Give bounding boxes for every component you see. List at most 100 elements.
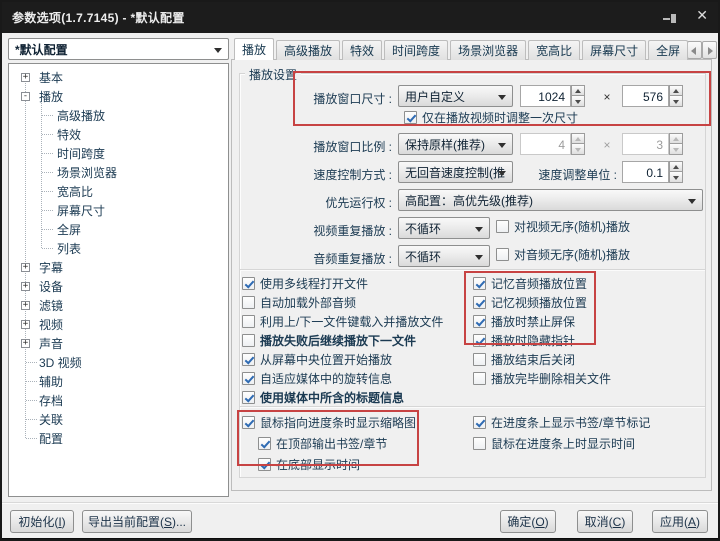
ok-button[interactable]: 确定(O) (500, 510, 556, 533)
general-left-checkbox-2[interactable]: 利用上/下一文件键载入并播放文件 (242, 314, 443, 330)
window-ratio-combo[interactable]: 保持原样(推荐) (398, 133, 513, 155)
seekbar-left-checkbox-1[interactable]: 在顶部输出书签/章节 (258, 436, 387, 452)
sidebar-item[interactable]: + 设备 (9, 277, 228, 296)
sidebar-item[interactable]: + 视频 (9, 315, 228, 334)
window-height-stepper[interactable] (669, 85, 683, 107)
checkbox-icon[interactable] (473, 315, 486, 328)
sidebar-item[interactable]: 全屏 (9, 220, 228, 239)
checkbox-icon[interactable] (258, 437, 271, 450)
window-size-combo[interactable]: 用户自定义 (398, 85, 513, 107)
sidebar-item[interactable]: 存档 (9, 391, 228, 410)
close-icon[interactable]: ✕ (696, 6, 708, 24)
sidebar-item[interactable]: 高级播放 (9, 106, 228, 125)
sidebar-item[interactable]: 关联 (9, 410, 228, 429)
checkbox-icon[interactable] (242, 372, 255, 385)
plus-expander-icon[interactable]: + (21, 282, 30, 291)
seekbar-right-checkbox-0[interactable]: 在进度条上显示书签/章节标记 (473, 415, 650, 431)
checkbox-icon[interactable] (473, 334, 486, 347)
general-right-checkbox-3[interactable]: 播放时隐藏指针 (473, 333, 575, 349)
pin-icon[interactable] (663, 14, 676, 23)
checkbox-icon[interactable] (473, 372, 486, 385)
plus-expander-icon[interactable]: + (21, 301, 30, 310)
window-height-input[interactable]: 576 (622, 85, 669, 107)
export-config-button[interactable]: 导出当前配置(S)... (82, 510, 192, 533)
sidebar-item[interactable]: + 声音 (9, 334, 228, 353)
profile-select[interactable]: *默认配置 (8, 38, 229, 60)
general-right-checkbox-0[interactable]: 记忆音频播放位置 (473, 276, 587, 292)
tab-0[interactable]: 播放 (234, 38, 275, 60)
plus-expander-icon[interactable]: + (21, 73, 30, 82)
checkbox-icon[interactable] (242, 315, 255, 328)
sidebar-item[interactable]: + 基本 (9, 68, 228, 87)
checkbox-icon[interactable] (242, 353, 255, 366)
video-shuffle-checkbox[interactable]: 对视频无序(随机)播放 (496, 219, 630, 235)
general-left-checkbox-5[interactable]: 自适应媒体中的旋转信息 (242, 371, 392, 387)
apply-button[interactable]: 应用(A) (652, 510, 708, 533)
general-right-checkbox-2[interactable]: 播放时禁止屏保 (473, 314, 575, 330)
general-left-checkbox-4[interactable]: 从屏幕中央位置开始播放 (242, 352, 392, 368)
checkbox-icon[interactable] (242, 277, 255, 290)
tab-1[interactable]: 高级播放 (276, 40, 341, 60)
plus-expander-icon[interactable]: + (21, 320, 30, 329)
sidebar-item[interactable]: 列表 (9, 239, 228, 258)
initialize-button[interactable]: 初始化(I) (10, 510, 74, 533)
general-left-checkbox-3[interactable]: 播放失败后继续播放下一文件 (242, 333, 416, 349)
seekbar-left-checkbox-2[interactable]: 在底部显示时间 (258, 457, 360, 473)
sidebar-item[interactable]: 特效 (9, 125, 228, 144)
sidebar-item[interactable]: + 滤镜 (9, 296, 228, 315)
video-repeat-label: 视频重复播放 : (313, 224, 392, 238)
sidebar-item[interactable]: 屏幕尺寸 (9, 201, 228, 220)
checkbox-icon[interactable] (473, 437, 486, 450)
sidebar-item[interactable]: - 播放 (9, 87, 228, 106)
priority-combo[interactable]: 高配置：高优先级(推荐) (398, 189, 703, 211)
checkbox-label: 在底部显示时间 (276, 458, 361, 472)
seekbar-right-checkbox-1[interactable]: 鼠标在进度条上时显示时间 (473, 436, 635, 452)
checkbox-icon[interactable] (496, 220, 509, 233)
checkbox-icon[interactable] (473, 353, 486, 366)
general-left-checkbox-0[interactable]: 使用多线程打开文件 (242, 276, 368, 292)
checkbox-icon[interactable] (404, 111, 417, 124)
tab-5[interactable]: 宽高比 (528, 40, 581, 60)
checkbox-icon[interactable] (242, 296, 255, 309)
tab-3[interactable]: 时间跨度 (384, 40, 449, 60)
minus-expander-icon[interactable]: - (21, 92, 30, 101)
sidebar-item[interactable]: 场景浏览器 (9, 163, 228, 182)
sidebar-item[interactable]: 3D 视频 (9, 353, 228, 372)
checkbox-icon[interactable] (258, 458, 271, 471)
checkbox-icon[interactable] (242, 334, 255, 347)
sidebar-item[interactable]: 时间跨度 (9, 144, 228, 163)
checkbox-icon[interactable] (473, 416, 486, 429)
general-right-checkbox-5[interactable]: 播放完毕删除相关文件 (473, 371, 611, 387)
checkbox-icon[interactable] (496, 248, 509, 261)
tab-scroll-right-button[interactable] (702, 41, 717, 59)
general-right-checkbox-4[interactable]: 播放结束后关闭 (473, 352, 575, 368)
audio-shuffle-checkbox[interactable]: 对音频无序(随机)播放 (496, 247, 630, 263)
checkbox-icon[interactable] (242, 416, 255, 429)
checkbox-label: 利用上/下一文件键载入并播放文件 (260, 315, 444, 329)
audio-repeat-combo[interactable]: 不循环 (398, 245, 490, 267)
speed-unit-stepper[interactable] (669, 161, 683, 183)
sidebar-item[interactable]: 宽高比 (9, 182, 228, 201)
plus-expander-icon[interactable]: + (21, 339, 30, 348)
general-left-checkbox-6[interactable]: 使用媒体中所含的标题信息 (242, 390, 404, 406)
plus-expander-icon[interactable]: + (21, 263, 30, 272)
checkbox-icon[interactable] (473, 277, 486, 290)
video-repeat-combo[interactable]: 不循环 (398, 217, 490, 239)
cancel-button[interactable]: 取消(C) (577, 510, 633, 533)
window-width-stepper[interactable] (571, 85, 585, 107)
speed-unit-input[interactable]: 0.1 (622, 161, 669, 183)
tab-6[interactable]: 屏幕尺寸 (582, 40, 647, 60)
sidebar-item[interactable]: + 字幕 (9, 258, 228, 277)
tab-4[interactable]: 场景浏览器 (450, 40, 527, 60)
checkbox-icon[interactable] (473, 296, 486, 309)
tab-7[interactable]: 全屏 (648, 40, 689, 60)
general-right-checkbox-1[interactable]: 记忆视频播放位置 (473, 295, 587, 311)
sidebar-item[interactable]: 辅助 (9, 372, 228, 391)
tab-2[interactable]: 特效 (342, 40, 383, 60)
sidebar-item[interactable]: 配置 (9, 429, 228, 448)
seekbar-left-checkbox-0[interactable]: 鼠标指向进度条时显示缩略图 (242, 415, 416, 431)
checkbox-icon[interactable] (242, 391, 255, 404)
window-width-input[interactable]: 1024 (520, 85, 571, 107)
resize-once-checkbox[interactable]: 仅在播放视频时调整一次尺寸 (404, 110, 578, 126)
general-left-checkbox-1[interactable]: 自动加载外部音频 (242, 295, 356, 311)
